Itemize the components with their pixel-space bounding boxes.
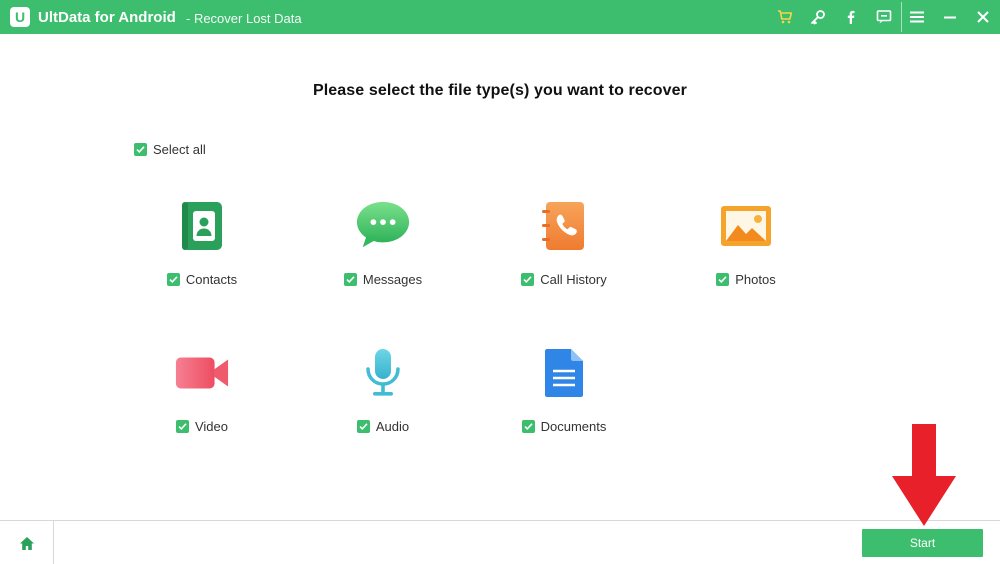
key-icon[interactable] — [806, 5, 830, 29]
video-icon — [174, 345, 230, 401]
messages-icon — [355, 198, 411, 254]
photos-option[interactable]: Photos — [686, 272, 806, 287]
menu-icon[interactable] — [905, 5, 929, 29]
video-option[interactable]: Video — [142, 419, 262, 434]
checkbox-checked-icon — [166, 273, 180, 286]
close-icon[interactable] — [971, 5, 995, 29]
file-type-documents[interactable]: Documents — [504, 345, 624, 445]
red-arrow-annotation — [892, 424, 956, 526]
cart-icon[interactable] — [773, 5, 797, 29]
select-all-checkbox[interactable]: Select all — [134, 142, 206, 157]
call-history-icon — [536, 198, 592, 254]
app-name: UltData for Android — [38, 9, 176, 26]
bottom-bar: Start — [0, 520, 1000, 564]
checkbox-checked-icon — [134, 143, 147, 156]
select-all-label: Select all — [153, 142, 206, 157]
call-history-option[interactable]: Call History — [504, 272, 624, 287]
messages-label: Messages — [362, 272, 423, 287]
documents-label: Documents — [540, 419, 607, 434]
checkbox-checked-icon — [356, 420, 370, 433]
checkbox-checked-icon — [343, 273, 357, 286]
file-type-messages[interactable]: Messages — [323, 198, 443, 298]
checkbox-checked-icon — [521, 273, 535, 286]
call-history-label: Call History — [540, 272, 607, 287]
file-type-photos[interactable]: Photos — [686, 198, 806, 298]
checkbox-checked-icon — [175, 420, 189, 433]
minimize-icon[interactable] — [938, 5, 962, 29]
documents-icon — [536, 345, 592, 401]
facebook-icon[interactable] — [839, 5, 863, 29]
app-logo-icon: U — [10, 7, 30, 27]
file-type-contacts[interactable]: Contacts — [142, 198, 262, 298]
contacts-label: Contacts — [185, 272, 238, 287]
start-button[interactable]: Start — [862, 529, 983, 557]
checkbox-checked-icon — [716, 273, 730, 286]
video-label: Video — [194, 419, 228, 434]
checkbox-checked-icon — [521, 420, 535, 433]
audio-icon — [355, 345, 411, 401]
audio-label: Audio — [375, 419, 410, 434]
file-type-video[interactable]: Video — [142, 345, 262, 445]
contacts-icon — [174, 198, 230, 254]
file-type-audio[interactable]: Audio — [323, 345, 443, 445]
file-type-call-history[interactable]: Call History — [504, 198, 624, 298]
title-bar-divider — [901, 2, 902, 32]
home-button[interactable] — [0, 521, 54, 564]
messages-option[interactable]: Messages — [323, 272, 443, 287]
audio-option[interactable]: Audio — [323, 419, 443, 434]
home-icon — [19, 536, 34, 550]
app-subtitle: - Recover Lost Data — [186, 11, 302, 26]
feedback-icon[interactable] — [872, 5, 896, 29]
photos-icon — [718, 198, 774, 254]
documents-option[interactable]: Documents — [504, 419, 624, 434]
contacts-option[interactable]: Contacts — [142, 272, 262, 287]
photos-label: Photos — [735, 272, 776, 287]
title-bar: U UltData for Android - Recover Lost Dat… — [0, 0, 1000, 34]
page-heading: Please select the file type(s) you want … — [312, 82, 688, 99]
